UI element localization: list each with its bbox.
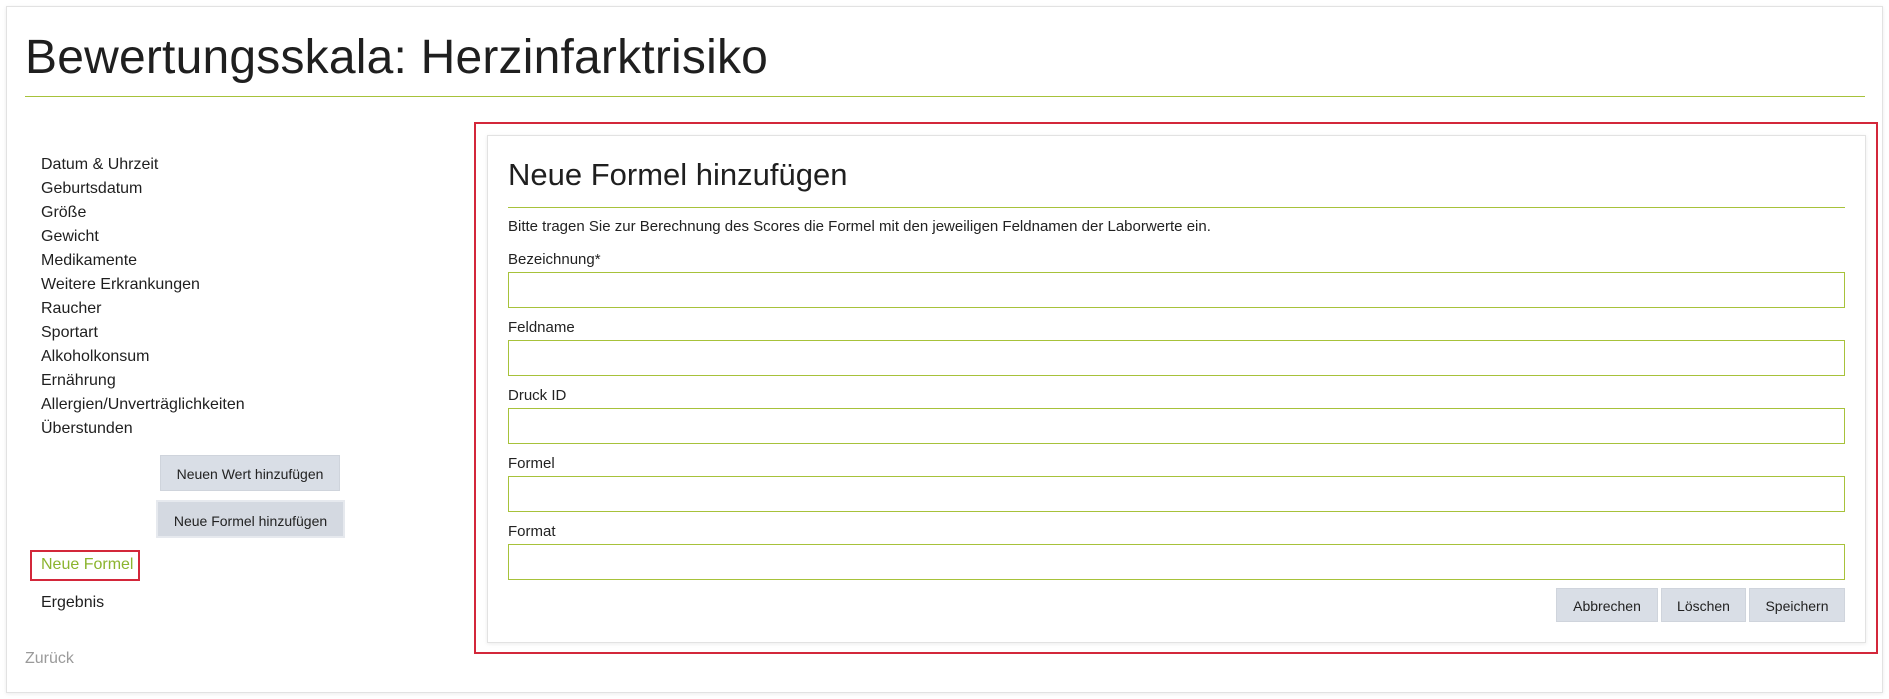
bezeichnung-input[interactable]: [508, 272, 1845, 308]
save-button[interactable]: Speichern: [1749, 588, 1845, 622]
druck-id-input[interactable]: [508, 408, 1845, 444]
sidebar-item-ernaehrung[interactable]: Ernährung: [41, 369, 245, 393]
sidebar-item-alkoholkonsum[interactable]: Alkoholkonsum: [41, 345, 245, 369]
back-link[interactable]: Zurück: [25, 650, 74, 668]
sidebar-item-groesse[interactable]: Größe: [41, 201, 245, 225]
bezeichnung-label: Bezeichnung*: [508, 251, 601, 268]
sidebar-item-gewicht[interactable]: Gewicht: [41, 225, 245, 249]
form-title: Neue Formel hinzufügen: [508, 157, 848, 192]
form-description: Bitte tragen Sie zur Berechnung des Scor…: [508, 218, 1211, 235]
delete-button[interactable]: Löschen: [1661, 588, 1746, 622]
druck-id-label: Druck ID: [508, 387, 567, 404]
sidebar-item-medikamente[interactable]: Medikamente: [41, 249, 245, 273]
sidebar-item-weitere-erkrankungen[interactable]: Weitere Erkrankungen: [41, 273, 245, 297]
feldname-input[interactable]: [508, 340, 1845, 376]
selected-formula-item[interactable]: Neue Formel: [30, 550, 140, 581]
sidebar-item-sportart[interactable]: Sportart: [41, 321, 245, 345]
add-value-button[interactable]: Neuen Wert hinzufügen: [160, 455, 340, 491]
sidebar-item-raucher[interactable]: Raucher: [41, 297, 245, 321]
title-divider: [25, 96, 1865, 97]
selected-formula-label: Neue Formel: [41, 556, 134, 573]
feldname-label: Feldname: [508, 319, 575, 336]
formel-label: Formel: [508, 455, 555, 472]
sidebar-item-allergien[interactable]: Allergien/Unverträglichkeiten: [41, 393, 245, 417]
add-formula-button[interactable]: Neue Formel hinzufügen: [156, 500, 345, 538]
formel-input[interactable]: [508, 476, 1845, 512]
sidebar-item-geburtsdatum[interactable]: Geburtsdatum: [41, 177, 245, 201]
sidebar-item-ueberstunden[interactable]: Überstunden: [41, 417, 245, 441]
cancel-button[interactable]: Abbrechen: [1556, 588, 1658, 622]
form-title-divider: [508, 207, 1845, 208]
sidebar-item-datum-uhrzeit[interactable]: Datum & Uhrzeit: [41, 153, 245, 177]
sidebar-field-list: Datum & Uhrzeit Geburtsdatum Größe Gewic…: [41, 153, 245, 441]
result-link[interactable]: Ergebnis: [41, 594, 104, 612]
format-input[interactable]: [508, 544, 1845, 580]
format-label: Format: [508, 523, 556, 540]
page-title: Bewertungsskala: Herzinfarktrisiko: [25, 31, 769, 84]
